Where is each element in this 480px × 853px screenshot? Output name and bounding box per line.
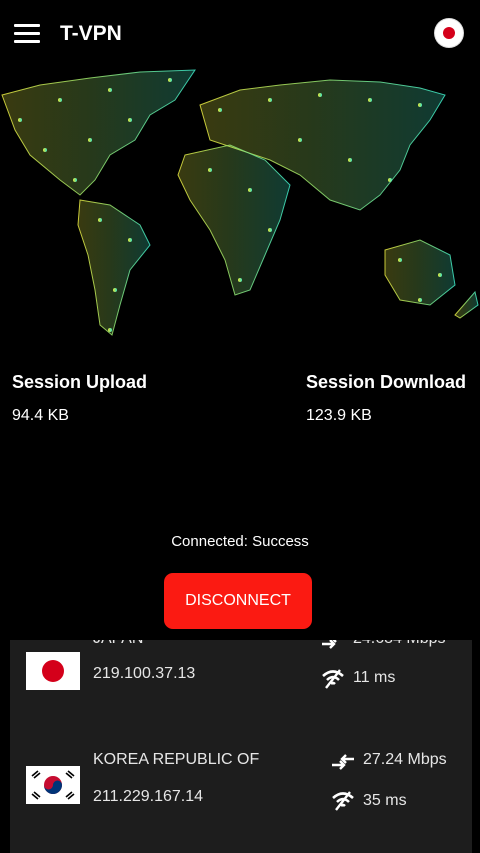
server-ping: 35 ms xyxy=(363,792,407,809)
server-speed: 24.684 Mbps xyxy=(353,640,446,648)
server-country: KOREA REPUBLIC OF xyxy=(93,751,260,768)
japan-flag-icon xyxy=(26,652,80,690)
server-row-korea[interactable]: KOREA REPUBLIC OF 211.229.167.14 27.24 M… xyxy=(10,743,472,843)
server-country: JAPAN xyxy=(93,640,143,648)
session-upload: Session Upload 94.4 KB xyxy=(12,372,147,425)
server-ping: 11 ms xyxy=(353,669,396,686)
connection-status: Connected: Success xyxy=(171,533,309,550)
world-map-network xyxy=(1,69,479,336)
south-america-shape xyxy=(77,199,151,336)
session-download-label: Session Download xyxy=(306,372,467,392)
transfer-speed-icon xyxy=(332,754,354,770)
server-ip: 211.229.167.14 xyxy=(93,788,204,805)
session-download: Session Download 123.9 KB xyxy=(306,372,466,425)
australia-shape xyxy=(384,239,456,306)
server-ip: 219.100.37.13 xyxy=(93,665,196,682)
transfer-speed-icon xyxy=(322,640,337,649)
africa-shape xyxy=(177,144,291,296)
app-title: T-VPN xyxy=(60,22,122,45)
north-america-shape xyxy=(1,69,196,196)
menu-icon[interactable] xyxy=(14,24,40,46)
server-speed: 27.24 Mbps xyxy=(363,751,447,768)
signal-icon xyxy=(332,791,354,811)
session-upload-label: Session Upload xyxy=(12,372,148,392)
session-upload-value: 94.4 KB xyxy=(12,407,69,424)
south-korea-flag-icon xyxy=(26,766,80,804)
server-list[interactable]: JAPAN 219.100.37.13 24.684 Mbps 11 ms xyxy=(10,640,472,853)
server-row-japan[interactable]: JAPAN 219.100.37.13 24.684 Mbps 11 ms xyxy=(10,640,472,730)
selected-country-flag-icon[interactable] xyxy=(435,19,463,47)
signal-icon xyxy=(322,669,344,689)
disconnect-button[interactable]: DISCONNECT xyxy=(164,573,312,629)
session-download-value: 123.9 KB xyxy=(306,407,372,424)
